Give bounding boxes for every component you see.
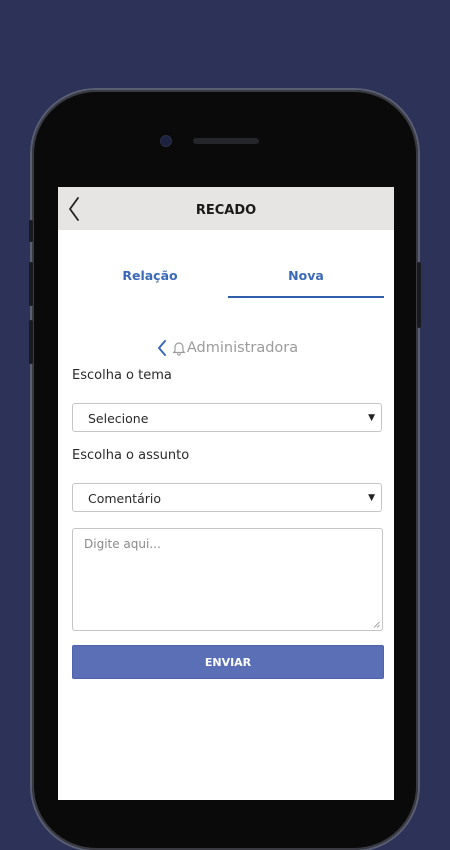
phone-side-button	[417, 262, 421, 328]
app-screen: RECADO Relação Nova Administradora Escol…	[58, 187, 394, 800]
bell-icon	[172, 340, 186, 356]
assunto-label: Escolha o assunto	[72, 448, 190, 463]
tab-nova[interactable]: Nova	[228, 230, 384, 296]
page-title: RECADO	[195, 203, 257, 218]
assunto-select[interactable]: Comentário ▼	[72, 483, 382, 512]
tema-select[interactable]: Selecione ▼	[72, 403, 382, 432]
caret-down-icon: ▼	[368, 493, 375, 503]
earpiece-speaker	[193, 138, 259, 144]
caret-down-icon: ▼	[368, 413, 375, 423]
tema-label: Escolha o tema	[72, 368, 172, 383]
phone-side-button	[29, 320, 33, 364]
tema-select-value: Selecione	[88, 411, 149, 426]
resize-grip-icon[interactable]	[373, 621, 380, 628]
front-camera	[160, 135, 172, 147]
tab-bar: Relação Nova	[58, 230, 394, 298]
assunto-select-value: Comentário	[88, 491, 161, 506]
message-textarea[interactable]: Digite aqui...	[72, 528, 383, 631]
chevron-left-icon	[157, 340, 166, 356]
recipient-back-button[interactable]	[154, 338, 170, 358]
active-tab-indicator	[228, 296, 384, 298]
phone-side-button	[29, 220, 33, 242]
tab-relacao[interactable]: Relação	[72, 230, 228, 296]
recipient-label: Administradora	[186, 340, 299, 356]
app-bar: RECADO	[58, 187, 394, 230]
recipient-selector: Administradora	[58, 337, 394, 359]
message-placeholder: Digite aqui...	[84, 537, 161, 551]
phone-side-button	[29, 262, 33, 306]
send-button[interactable]: ENVIAR	[72, 645, 384, 679]
